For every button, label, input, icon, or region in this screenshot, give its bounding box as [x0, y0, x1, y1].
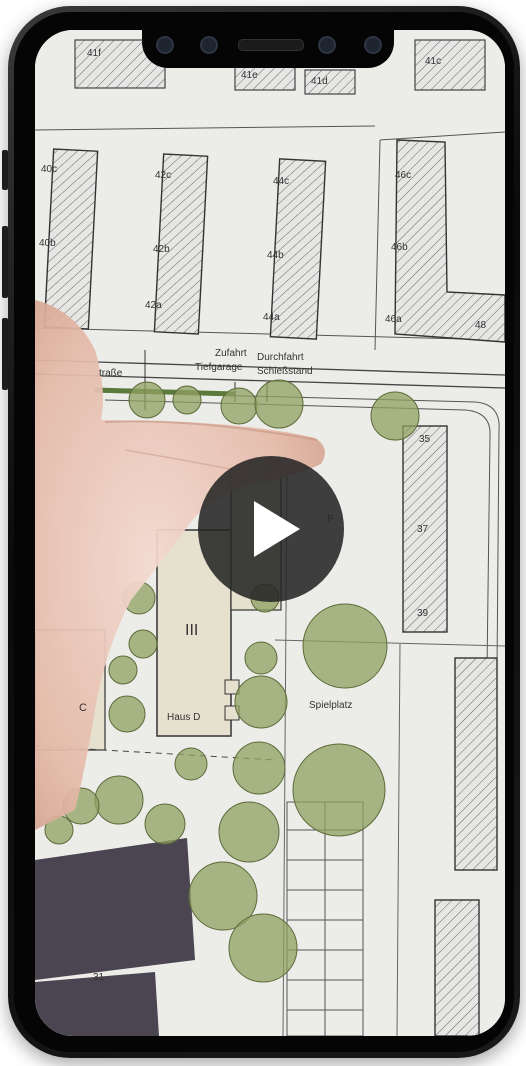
bldg-number: 46c [395, 170, 412, 181]
dark-building-upper [35, 838, 195, 980]
volume-up-button [2, 226, 8, 298]
bldg-number: 42a [145, 300, 162, 311]
bldg-number: 39 [417, 608, 429, 619]
bldg-number: 46b [391, 242, 408, 253]
bldg-number: 42c [155, 170, 172, 181]
bldg-number: 31 [93, 972, 105, 983]
street-label: traße [99, 368, 123, 379]
spielplatz-label: Spielplatz [309, 700, 353, 711]
haus-d-floors: III [185, 622, 199, 639]
bldg-number: 46a [385, 314, 402, 325]
haus-d-label: Haus D [167, 712, 201, 723]
bldg-number: 41e [241, 70, 258, 81]
bldg-number: 48 [475, 320, 487, 331]
bldg-number: 40b [39, 238, 56, 249]
front-camera-icon [318, 36, 336, 54]
building-8-10 [434, 899, 480, 1036]
bldg-number: 35 [419, 434, 431, 445]
mute-switch [2, 150, 8, 190]
bldg-number: 42b [153, 244, 170, 255]
bldg-number: 40c [41, 164, 58, 175]
building-1-6 [454, 657, 498, 871]
video-frame: traße Zufahrt Tiefgarage Durchfahrt Schi… [35, 30, 505, 1036]
bldg-number: 37 [417, 524, 429, 535]
bldg-number: 44a [263, 312, 280, 323]
phone-notch [142, 22, 394, 68]
sensor-icon [156, 36, 174, 54]
play-icon [254, 501, 300, 557]
bldg-number: 41f [87, 48, 101, 59]
haus-c-label: C [79, 702, 87, 714]
proximity-sensor-icon [364, 36, 382, 54]
bldg-number: 44b [267, 250, 284, 261]
durchfahrt-label: Durchfahrt [257, 352, 304, 363]
speaker-grille [238, 39, 304, 51]
bldg-number: 41c [425, 56, 442, 67]
bldg-number: 41d [311, 76, 328, 87]
tiefgarage-label: Tiefgarage [195, 362, 243, 373]
bldg-number: 44c [273, 176, 290, 187]
schiessstand-label: Schießstand [257, 366, 313, 377]
volume-down-button [2, 318, 8, 390]
zufahrt-label: Zufahrt [215, 348, 247, 359]
camera-icon [200, 36, 218, 54]
play-button[interactable] [198, 456, 344, 602]
